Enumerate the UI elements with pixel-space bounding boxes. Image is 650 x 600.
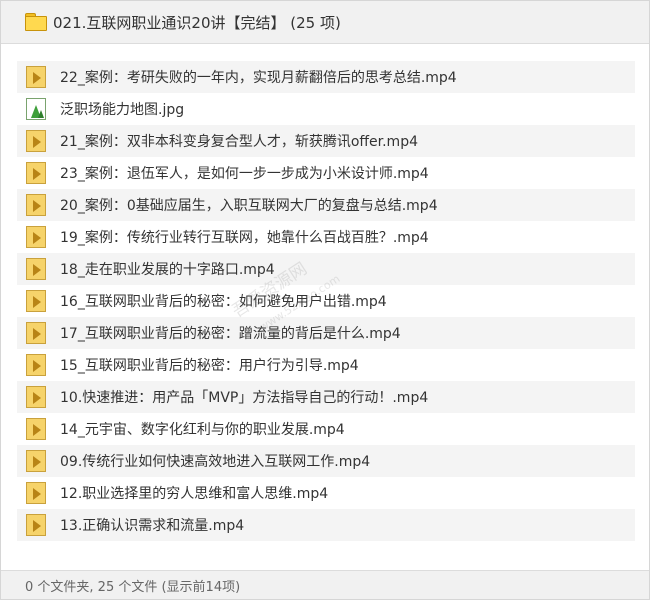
image-file-icon: [26, 98, 46, 120]
video-file-icon: [26, 322, 46, 344]
file-row[interactable]: 16_互联网职业背后的秘密：如何避免用户出错.mp4: [17, 285, 635, 317]
file-row[interactable]: 15_互联网职业背后的秘密：用户行为引导.mp4: [17, 349, 635, 381]
file-name: 19_案例：传统行业转行互联网，她靠什么百战百胜？.mp4: [60, 230, 429, 246]
file-row[interactable]: 20_案例：0基础应届生，入职互联网大厂的复盘与总结.mp4: [17, 189, 635, 221]
file-row[interactable]: 18_走在职业发展的十字路口.mp4: [17, 253, 635, 285]
video-file-icon: [26, 66, 46, 88]
file-name: 20_案例：0基础应届生，入职互联网大厂的复盘与总结.mp4: [60, 198, 438, 214]
folder-header: 021.互联网职业通识20讲【完结】 (25 项): [1, 1, 649, 44]
video-file-icon: [26, 514, 46, 536]
video-file-icon: [26, 482, 46, 504]
file-row[interactable]: 12.职业选择里的穷人思维和富人思维.mp4: [17, 477, 635, 509]
file-row[interactable]: 14_元宇宙、数字化红利与你的职业发展.mp4: [17, 413, 635, 445]
file-row[interactable]: 10.快速推进：用产品「MVP」方法指导自己的行动！.mp4: [17, 381, 635, 413]
video-file-icon: [26, 130, 46, 152]
file-name: 15_互联网职业背后的秘密：用户行为引导.mp4: [60, 358, 359, 374]
file-row[interactable]: 泛职场能力地图.jpg: [17, 93, 635, 125]
file-name: 23_案例：退伍军人，是如何一步一步成为小米设计师.mp4: [60, 166, 429, 182]
file-name: 泛职场能力地图.jpg: [60, 102, 185, 118]
file-row[interactable]: 22_案例：考研失败的一年内，实现月薪翻倍后的思考总结.mp4: [17, 61, 635, 93]
file-name: 21_案例：双非本科变身复合型人才，斩获腾讯offer.mp4: [60, 134, 418, 150]
file-row[interactable]: 21_案例：双非本科变身复合型人才，斩获腾讯offer.mp4: [17, 125, 635, 157]
file-name: 13.正确认识需求和流量.mp4: [60, 518, 245, 534]
file-row[interactable]: 23_案例：退伍军人，是如何一步一步成为小米设计师.mp4: [17, 157, 635, 189]
file-name: 12.职业选择里的穷人思维和富人思维.mp4: [60, 486, 329, 502]
video-file-icon: [26, 258, 46, 280]
video-file-icon: [26, 450, 46, 472]
video-file-icon: [26, 226, 46, 248]
status-bar: 0 个文件夹, 25 个文件 (显示前14项): [1, 570, 649, 599]
file-listing-window: 021.互联网职业通识20讲【完结】 (25 项) 22_案例：考研失败的一年内…: [0, 0, 650, 600]
file-name: 10.快速推进：用产品「MVP」方法指导自己的行动！.mp4: [60, 390, 429, 406]
video-file-icon: [26, 162, 46, 184]
file-name: 22_案例：考研失败的一年内，实现月薪翻倍后的思考总结.mp4: [60, 70, 457, 86]
video-file-icon: [26, 194, 46, 216]
folder-icon: [25, 13, 47, 31]
file-list: 22_案例：考研失败的一年内，实现月薪翻倍后的思考总结.mp4 泛职场能力地图.j…: [17, 61, 635, 541]
status-text: 0 个文件夹, 25 个文件 (显示前14项): [25, 579, 241, 595]
file-row[interactable]: 19_案例：传统行业转行互联网，她靠什么百战百胜？.mp4: [17, 221, 635, 253]
file-name: 09.传统行业如何快速高效地进入互联网工作.mp4: [60, 454, 371, 470]
file-name: 14_元宇宙、数字化红利与你的职业发展.mp4: [60, 422, 345, 438]
video-file-icon: [26, 290, 46, 312]
folder-title: 021.互联网职业通识20讲【完结】 (25 项): [53, 13, 341, 32]
file-name: 16_互联网职业背后的秘密：如何避免用户出错.mp4: [60, 294, 387, 310]
video-file-icon: [26, 354, 46, 376]
file-name: 18_走在职业发展的十字路口.mp4: [60, 262, 275, 278]
file-name: 17_互联网职业背后的秘密：蹭流量的背后是什么.mp4: [60, 326, 401, 342]
video-file-icon: [26, 386, 46, 408]
file-row[interactable]: 17_互联网职业背后的秘密：蹭流量的背后是什么.mp4: [17, 317, 635, 349]
video-file-icon: [26, 418, 46, 440]
file-row[interactable]: 13.正确认识需求和流量.mp4: [17, 509, 635, 541]
file-row[interactable]: 09.传统行业如何快速高效地进入互联网工作.mp4: [17, 445, 635, 477]
